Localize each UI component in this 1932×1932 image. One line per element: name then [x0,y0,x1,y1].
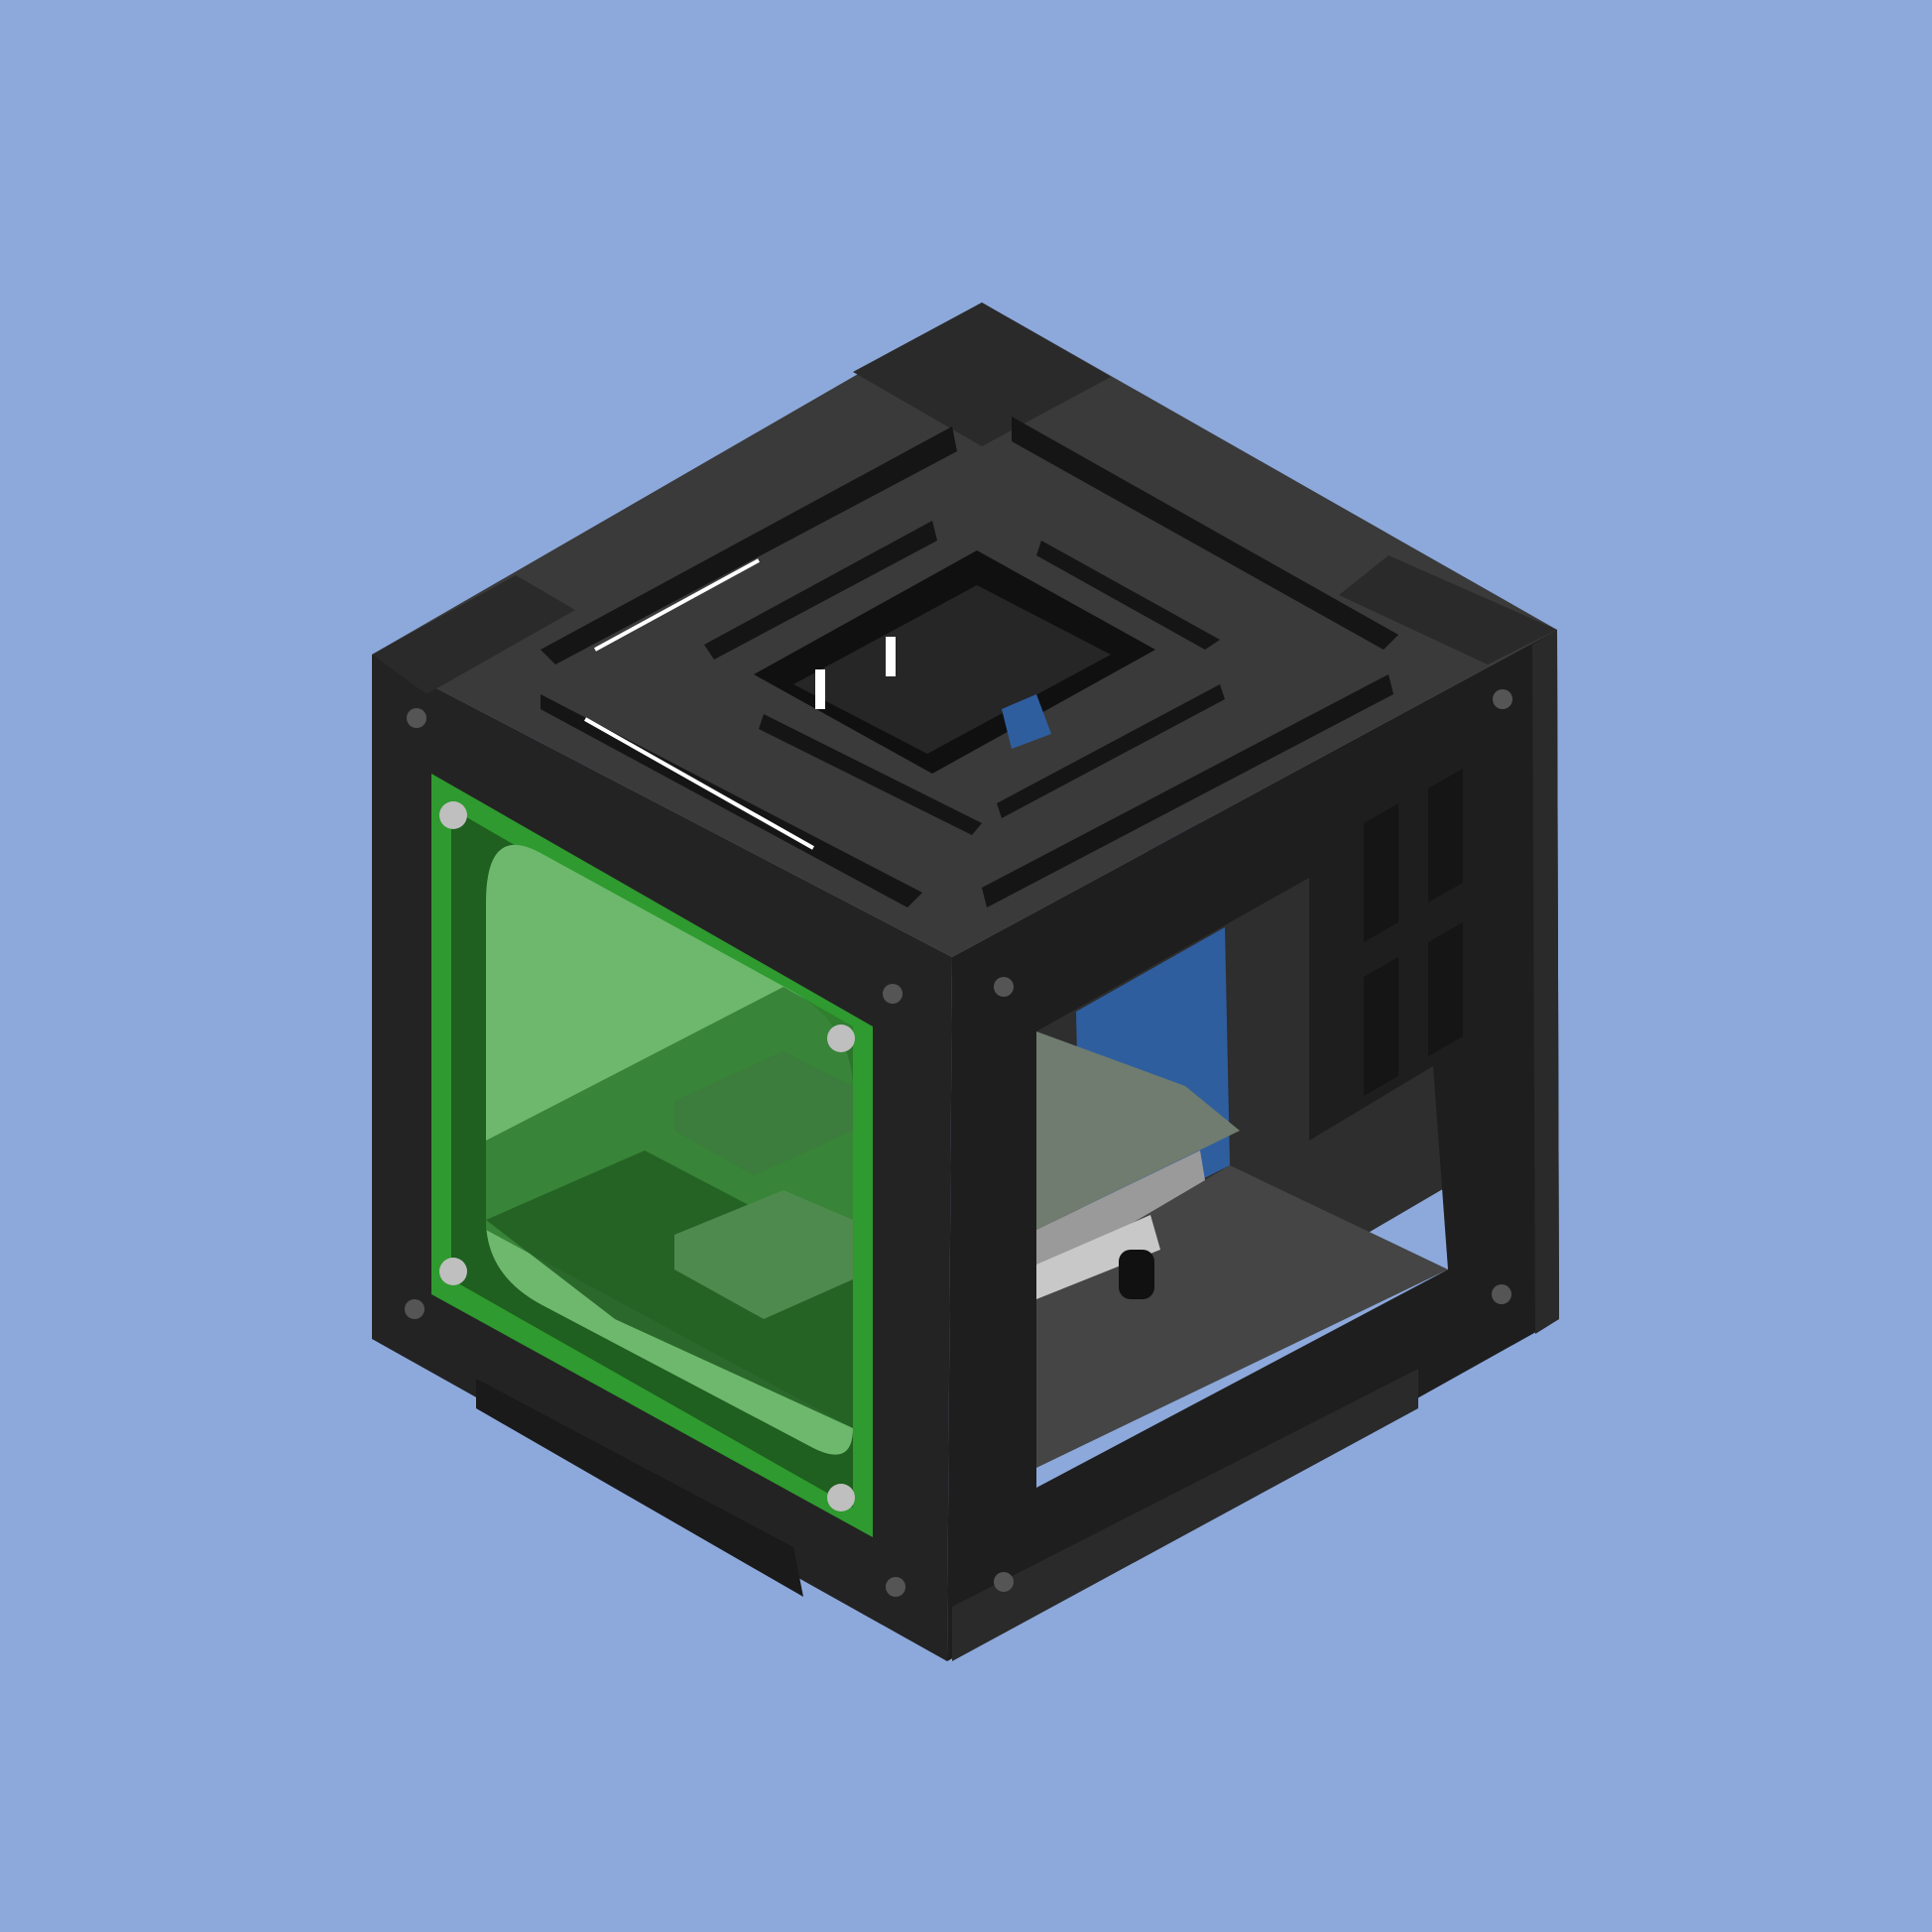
center-light-gap [815,669,825,709]
screw-icon [407,708,426,728]
cad-viewport[interactable] [0,0,1932,1932]
screw-icon [1492,1284,1511,1304]
screw-icon [405,1299,424,1319]
screw-icon [827,1484,855,1511]
center-light-gap [886,637,896,676]
screw-icon [827,1025,855,1052]
carriage-foot [1119,1250,1154,1299]
screw-icon [994,1572,1014,1592]
vent-slot-3 [1364,957,1398,1096]
screw-icon [886,1577,906,1597]
enclosure-model [372,302,1559,1661]
vent-slot-2 [1428,769,1463,903]
screw-icon [1493,689,1512,709]
screw-icon [994,977,1014,997]
vent-slot-1 [1364,803,1398,942]
screw-icon [439,801,467,829]
right-face-edge [1532,630,1559,1334]
vent-slot-4 [1428,922,1463,1056]
screw-icon [883,984,903,1004]
screw-icon [439,1258,467,1285]
